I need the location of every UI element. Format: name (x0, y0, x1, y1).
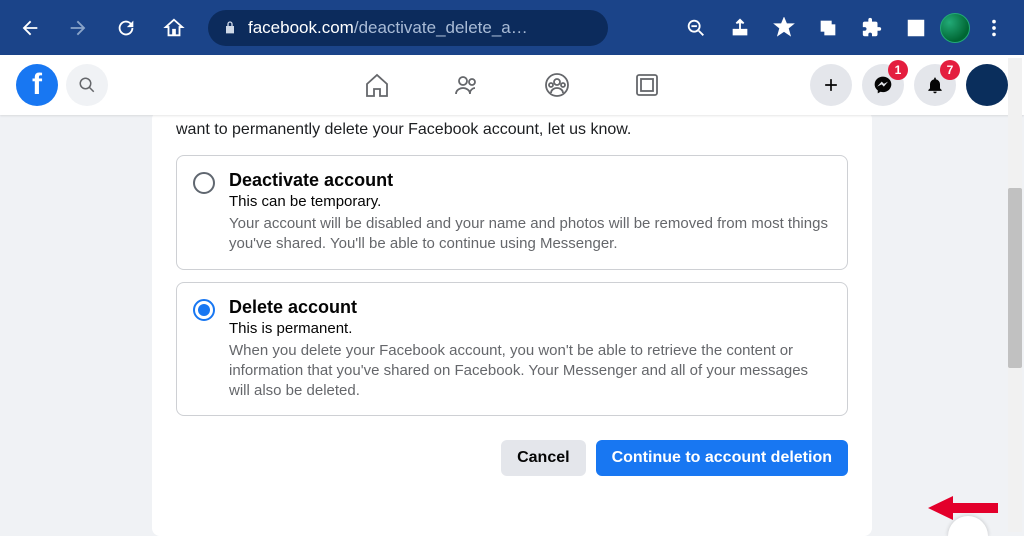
deactivate-desc: Your account will be disabled and your n… (229, 214, 831, 255)
messenger-badge: 1 (888, 60, 908, 80)
deactivate-title: Deactivate account (229, 170, 831, 191)
intro-text: want to permanently delete your Facebook… (176, 115, 848, 155)
scrollbar[interactable] (1008, 58, 1022, 532)
tabswitch-button[interactable] (808, 8, 848, 48)
continue-button[interactable]: Continue to account deletion (596, 440, 848, 476)
search-icon (78, 76, 96, 94)
nav-groups[interactable] (542, 70, 572, 100)
notifications-button[interactable]: 7 (914, 64, 956, 106)
deactivate-sub: This can be temporary. (229, 193, 831, 210)
radio-delete[interactable] (193, 299, 215, 321)
cancel-button[interactable]: Cancel (501, 440, 585, 476)
messenger-icon (873, 75, 893, 95)
option-delete[interactable]: Delete account This is permanent. When y… (176, 282, 848, 417)
forward-button[interactable] (58, 8, 98, 48)
fb-logo[interactable]: f (16, 64, 58, 106)
fb-topnav: f 1 7 (0, 55, 1024, 115)
bell-icon (925, 75, 945, 95)
back-button[interactable] (10, 8, 50, 48)
address-bar[interactable]: facebook.com/deactivate_delete_a… (208, 10, 608, 46)
window-button[interactable] (896, 8, 936, 48)
extensions-button[interactable] (852, 8, 892, 48)
bookmark-button[interactable] (764, 8, 804, 48)
menu-button[interactable] (974, 8, 1014, 48)
delete-sub: This is permanent. (229, 320, 831, 337)
create-button[interactable] (810, 64, 852, 106)
content-area: want to permanently delete your Facebook… (0, 115, 1024, 536)
browser-toolbar: facebook.com/deactivate_delete_a… (0, 0, 1024, 55)
fb-search-button[interactable] (66, 64, 108, 106)
delete-desc: When you delete your Facebook account, y… (229, 341, 831, 402)
share-button[interactable] (720, 8, 760, 48)
delete-title: Delete account (229, 297, 831, 318)
scroll-thumb[interactable] (1008, 188, 1022, 368)
nav-friends[interactable] (452, 70, 482, 100)
reload-button[interactable] (106, 8, 146, 48)
option-deactivate[interactable]: Deactivate account This can be temporary… (176, 155, 848, 270)
fb-center-nav (362, 70, 662, 100)
notifications-badge: 7 (940, 60, 960, 80)
nav-feeds[interactable] (632, 70, 662, 100)
radio-deactivate[interactable] (193, 172, 215, 194)
profile-avatar-chrome[interactable] (940, 13, 970, 43)
url-text: facebook.com/deactivate_delete_a… (248, 18, 528, 38)
action-row: Cancel Continue to account deletion (176, 428, 848, 476)
fb-profile-avatar[interactable] (966, 64, 1008, 106)
settings-card: want to permanently delete your Facebook… (152, 115, 872, 536)
zoom-button[interactable] (676, 8, 716, 48)
home-button[interactable] (154, 8, 194, 48)
nav-home[interactable] (362, 70, 392, 100)
lock-icon (222, 20, 238, 36)
messenger-button[interactable]: 1 (862, 64, 904, 106)
